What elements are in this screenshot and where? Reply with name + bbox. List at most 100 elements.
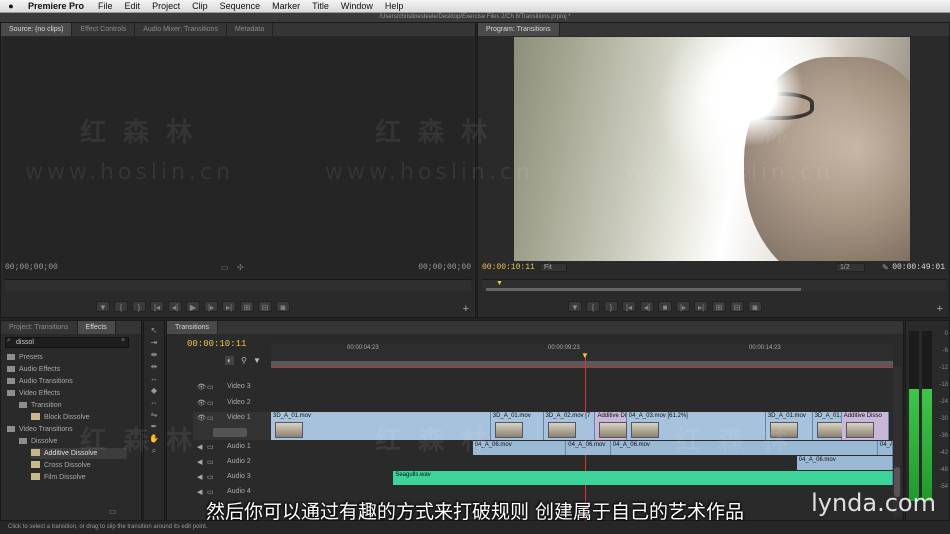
quality-dropdown[interactable]: 1/2 (836, 263, 865, 272)
track-audio-3[interactable]: ◀ ▭ Audio 3 (193, 471, 271, 485)
tab-audio-mixer[interactable]: Audio Mixer: Transitions (135, 23, 227, 36)
timeline-timecode[interactable]: 00:00:10:11 (187, 339, 246, 349)
audio-clip[interactable]: 04_A_03.mov (877, 441, 893, 455)
menu-title[interactable]: Title (306, 1, 335, 11)
program-timecode-current[interactable]: 00:00:10:11 (482, 263, 535, 272)
snap-icon[interactable]: ◐ (225, 356, 234, 365)
link-icon[interactable]: ⚲ (241, 356, 247, 365)
tab-project[interactable]: Project: Transitions (1, 321, 78, 334)
effects-search-input[interactable]: dissol (5, 337, 129, 348)
rate-stretch-tool-icon[interactable]: ↔ (147, 373, 161, 385)
eye-icon[interactable]: 👁 (197, 399, 206, 407)
razor-tool-icon[interactable]: ◆ (147, 385, 161, 397)
apple-icon[interactable]: ● (0, 1, 22, 11)
lock-icon[interactable]: ▭ (207, 399, 214, 407)
extract-icon[interactable]: ⊟ (730, 301, 744, 312)
program-stop-icon[interactable]: ■ (658, 301, 672, 312)
tab-metadata[interactable]: Metadata (227, 23, 274, 36)
program-go-to-out-icon[interactable]: ▸| (694, 301, 708, 312)
program-step-forward-icon[interactable]: |▸ (676, 301, 690, 312)
go-to-in-icon[interactable]: |◂ (150, 301, 164, 312)
lane-audio-3[interactable]: Seagulls.wav (271, 471, 893, 485)
audio-clip[interactable]: 04_A_06.mov (566, 441, 611, 455)
tab-timeline-transitions[interactable]: Transitions (167, 321, 218, 334)
tree-item-transition[interactable]: Transition (19, 400, 61, 411)
lock-icon[interactable]: ▭ (207, 443, 214, 451)
lock-icon[interactable]: ▭ (207, 383, 214, 391)
menu-sequence[interactable]: Sequence (214, 1, 267, 11)
program-add-marker-icon[interactable]: ▼ (568, 301, 582, 312)
program-go-to-in-icon[interactable]: |◂ (622, 301, 636, 312)
menu-project[interactable]: Project (146, 1, 186, 11)
keyframe-toggle[interactable] (213, 428, 247, 437)
lane-audio-1[interactable]: 04_A_06.mov04_A_06.mov04_A_06.mov04_A_03… (271, 441, 893, 455)
track-select-tool-icon[interactable]: ⇥ (147, 337, 161, 349)
drag-icon[interactable]: ✣ (237, 263, 244, 272)
source-timecode-current[interactable]: 00;00;00;00 (5, 263, 58, 272)
playhead-marker-icon[interactable]: ▼ (581, 351, 589, 360)
tree-item-dissolve[interactable]: Dissolve (19, 436, 57, 447)
lock-icon[interactable]: ▭ (207, 414, 214, 422)
tree-item-video-effects[interactable]: Video Effects (7, 388, 60, 399)
tab-effects[interactable]: Effects (77, 321, 116, 334)
speaker-icon[interactable]: ◀ (197, 473, 202, 481)
lane-audio-2[interactable]: 04_A_06.mov (271, 456, 893, 470)
track-video-1[interactable]: 👁 ▭ Video 1 (193, 412, 271, 440)
go-to-out-icon[interactable]: ▸| (222, 301, 236, 312)
program-playhead-icon[interactable]: ▼ (496, 280, 503, 287)
eye-icon[interactable]: 👁 (197, 414, 206, 422)
speaker-icon[interactable]: ◀ (197, 488, 202, 496)
track-video-2[interactable]: 👁 ▭ Video 2 (193, 397, 271, 411)
source-viewer[interactable] (3, 37, 473, 280)
lock-icon[interactable]: ▭ (207, 458, 214, 466)
wrench-icon[interactable]: ✎ (882, 263, 889, 272)
program-mark-out-icon[interactable]: } (604, 301, 618, 312)
lift-icon[interactable]: ⊞ (712, 301, 726, 312)
rolling-edit-tool-icon[interactable]: ⇹ (147, 361, 161, 373)
source-time-ruler[interactable] (5, 279, 471, 291)
add-marker-icon[interactable]: ▼ (96, 301, 110, 312)
menu-help[interactable]: Help (379, 1, 410, 11)
speaker-icon[interactable]: ◀ (197, 443, 202, 451)
lane-video-1[interactable]: 3D_A_01.mov 3D_A_01.mov 3D_A_02.mov [7 Addi… (271, 412, 893, 440)
export-frame-icon[interactable]: ◙ (276, 301, 290, 312)
mark-out-icon[interactable]: } (132, 301, 146, 312)
slip-tool-icon[interactable]: ⇔ (147, 397, 161, 409)
add-button-icon[interactable]: + (463, 303, 469, 315)
tree-item-audio-effects[interactable]: Audio Effects (7, 364, 60, 375)
insert-icon[interactable]: ⊞ (240, 301, 254, 312)
track-audio-2[interactable]: ◀ ▭ Audio 2 (193, 456, 271, 470)
program-video-frame[interactable] (514, 37, 910, 261)
tree-item-audio-transitions[interactable]: Audio Transitions (7, 376, 73, 387)
tree-item-film-dissolve[interactable]: Film Dissolve (31, 472, 86, 483)
play-icon[interactable]: ▶ (186, 301, 200, 312)
program-mark-in-icon[interactable]: { (586, 301, 600, 312)
track-video-3[interactable]: 👁 ▭ Video 3 (193, 381, 271, 395)
lock-icon[interactable]: ▭ (207, 473, 214, 481)
menu-window[interactable]: Window (335, 1, 379, 11)
tree-item-video-transitions[interactable]: Video Transitions (7, 424, 73, 435)
step-back-icon[interactable]: ◂| (168, 301, 182, 312)
mark-in-icon[interactable]: { (114, 301, 128, 312)
eye-icon[interactable]: 👁 (197, 383, 206, 391)
program-step-back-icon[interactable]: ◂| (640, 301, 654, 312)
audio-clip[interactable]: 04_A_06.mov (796, 456, 893, 470)
lock-icon[interactable]: ▭ (207, 488, 214, 496)
clear-search-icon[interactable]: × (121, 337, 125, 344)
program-export-frame-icon[interactable]: ◙ (748, 301, 762, 312)
audio-clip[interactable]: Seagulls.wav (393, 471, 893, 485)
menu-app-name[interactable]: Premiere Pro (22, 1, 92, 11)
overwrite-icon[interactable]: ⊟ (258, 301, 272, 312)
menu-marker[interactable]: Marker (266, 1, 306, 11)
track-audio-1[interactable]: ◀ ▭ Audio 1 (193, 441, 271, 455)
tree-item-presets[interactable]: Presets (7, 352, 43, 363)
add-marker-timeline-icon[interactable]: ▼ (253, 356, 261, 365)
menu-file[interactable]: File (92, 1, 119, 11)
tree-item-cross-dissolve[interactable]: Cross Dissolve (31, 460, 91, 471)
tab-effect-controls[interactable]: Effect Controls (72, 23, 136, 36)
tab-source[interactable]: Source: (no clips) (1, 23, 73, 36)
program-add-button-icon[interactable]: + (937, 303, 943, 315)
tab-program[interactable]: Program: Transitions (478, 23, 560, 36)
program-time-ruler[interactable]: ▼ (482, 279, 946, 291)
safe-margins-icon[interactable]: ▭ (221, 263, 229, 272)
